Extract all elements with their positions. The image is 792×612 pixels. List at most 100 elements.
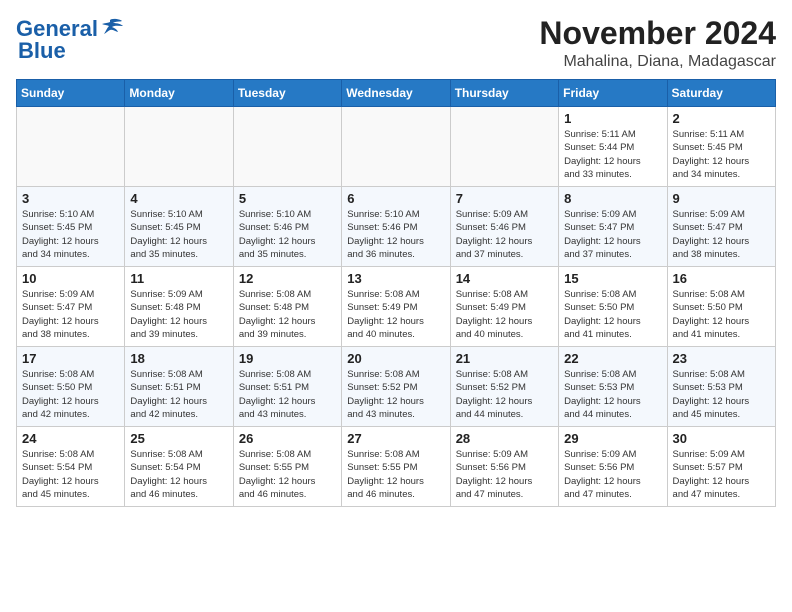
header: General Blue November 2024 Mahalina, Dia… (16, 16, 776, 71)
col-header-thursday: Thursday (450, 80, 558, 107)
month-title: November 2024 (539, 16, 776, 51)
day-number: 26 (239, 431, 336, 446)
day-info: Sunrise: 5:08 AM Sunset: 5:50 PM Dayligh… (22, 368, 119, 421)
day-number: 12 (239, 271, 336, 286)
day-info: Sunrise: 5:08 AM Sunset: 5:54 PM Dayligh… (130, 448, 227, 501)
calendar-table: SundayMondayTuesdayWednesdayThursdayFrid… (16, 79, 776, 507)
day-number: 25 (130, 431, 227, 446)
day-cell: 4 Sunrise: 5:10 AM Sunset: 5:45 PM Daylig… (125, 187, 233, 267)
day-cell: 20 Sunrise: 5:08 AM Sunset: 5:52 PM Dayli… (342, 347, 450, 427)
day-number: 11 (130, 271, 227, 286)
day-number: 10 (22, 271, 119, 286)
week-row-1: 1Sunrise: 5:11 AM Sunset: 5:44 PM Daylig… (17, 107, 776, 187)
logo-blue: Blue (18, 38, 66, 64)
day-number: 6 (347, 191, 444, 206)
day-info: Sunrise: 5:08 AM Sunset: 5:50 PM Dayligh… (673, 288, 770, 341)
day-cell: 10 Sunrise: 5:09 AM Sunset: 5:47 PM Dayli… (17, 267, 125, 347)
day-cell: 24 Sunrise: 5:08 AM Sunset: 5:54 PM Dayli… (17, 427, 125, 507)
day-number: 30 (673, 431, 770, 446)
day-cell (17, 107, 125, 187)
day-info: Sunrise: 5:08 AM Sunset: 5:49 PM Dayligh… (347, 288, 444, 341)
day-info: Sunrise: 5:09 AM Sunset: 5:46 PM Dayligh… (456, 208, 553, 261)
day-info: Sunrise: 5:08 AM Sunset: 5:55 PM Dayligh… (347, 448, 444, 501)
day-number: 16 (673, 271, 770, 286)
day-info: Sunrise: 5:09 AM Sunset: 5:56 PM Dayligh… (456, 448, 553, 501)
day-number: 20 (347, 351, 444, 366)
day-cell: 11 Sunrise: 5:09 AM Sunset: 5:48 PM Dayli… (125, 267, 233, 347)
day-info: Sunrise: 5:08 AM Sunset: 5:55 PM Dayligh… (239, 448, 336, 501)
col-header-wednesday: Wednesday (342, 80, 450, 107)
day-info: Sunrise: 5:08 AM Sunset: 5:53 PM Dayligh… (564, 368, 661, 421)
day-cell: 5Sunrise: 5:10 AM Sunset: 5:46 PM Daylig… (233, 187, 341, 267)
day-info: Sunrise: 5:08 AM Sunset: 5:49 PM Dayligh… (456, 288, 553, 341)
day-cell: 29 Sunrise: 5:09 AM Sunset: 5:56 PM Dayli… (559, 427, 667, 507)
day-info: Sunrise: 5:08 AM Sunset: 5:54 PM Dayligh… (22, 448, 119, 501)
day-info: Sunrise: 5:08 AM Sunset: 5:51 PM Dayligh… (239, 368, 336, 421)
col-header-monday: Monday (125, 80, 233, 107)
day-number: 23 (673, 351, 770, 366)
day-cell: 6 Sunrise: 5:10 AM Sunset: 5:46 PM Daylig… (342, 187, 450, 267)
day-number: 14 (456, 271, 553, 286)
day-cell: 21Sunrise: 5:08 AM Sunset: 5:52 PM Dayli… (450, 347, 558, 427)
day-number: 27 (347, 431, 444, 446)
col-header-tuesday: Tuesday (233, 80, 341, 107)
logo: General Blue (16, 16, 124, 64)
day-cell: 27 Sunrise: 5:08 AM Sunset: 5:55 PM Dayli… (342, 427, 450, 507)
day-cell: 15 Sunrise: 5:08 AM Sunset: 5:50 PM Dayli… (559, 267, 667, 347)
day-cell: 22 Sunrise: 5:08 AM Sunset: 5:53 PM Dayli… (559, 347, 667, 427)
day-number: 29 (564, 431, 661, 446)
day-number: 21 (456, 351, 553, 366)
day-info: Sunrise: 5:09 AM Sunset: 5:47 PM Dayligh… (673, 208, 770, 261)
day-info: Sunrise: 5:08 AM Sunset: 5:50 PM Dayligh… (564, 288, 661, 341)
title-area: November 2024 Mahalina, Diana, Madagasca… (539, 16, 776, 71)
week-row-3: 10 Sunrise: 5:09 AM Sunset: 5:47 PM Dayli… (17, 267, 776, 347)
day-info: Sunrise: 5:10 AM Sunset: 5:45 PM Dayligh… (130, 208, 227, 261)
location-title: Mahalina, Diana, Madagascar (539, 53, 776, 71)
day-cell: 8Sunrise: 5:09 AM Sunset: 5:47 PM Daylig… (559, 187, 667, 267)
day-info: Sunrise: 5:09 AM Sunset: 5:56 PM Dayligh… (564, 448, 661, 501)
col-header-friday: Friday (559, 80, 667, 107)
day-info: Sunrise: 5:09 AM Sunset: 5:47 PM Dayligh… (564, 208, 661, 261)
day-cell: 19 Sunrise: 5:08 AM Sunset: 5:51 PM Dayli… (233, 347, 341, 427)
day-cell: 25 Sunrise: 5:08 AM Sunset: 5:54 PM Dayli… (125, 427, 233, 507)
day-info: Sunrise: 5:10 AM Sunset: 5:45 PM Dayligh… (22, 208, 119, 261)
col-header-saturday: Saturday (667, 80, 775, 107)
day-cell: 2 Sunrise: 5:11 AM Sunset: 5:45 PM Daylig… (667, 107, 775, 187)
day-number: 24 (22, 431, 119, 446)
col-header-sunday: Sunday (17, 80, 125, 107)
day-number: 5 (239, 191, 336, 206)
day-number: 15 (564, 271, 661, 286)
day-cell: 12Sunrise: 5:08 AM Sunset: 5:48 PM Dayli… (233, 267, 341, 347)
day-number: 3 (22, 191, 119, 206)
day-cell: 30 Sunrise: 5:09 AM Sunset: 5:57 PM Dayli… (667, 427, 775, 507)
day-cell: 23 Sunrise: 5:08 AM Sunset: 5:53 PM Dayli… (667, 347, 775, 427)
day-number: 2 (673, 111, 770, 126)
day-cell: 28Sunrise: 5:09 AM Sunset: 5:56 PM Dayli… (450, 427, 558, 507)
day-cell (450, 107, 558, 187)
header-row: SundayMondayTuesdayWednesdayThursdayFrid… (17, 80, 776, 107)
day-cell: 14 Sunrise: 5:08 AM Sunset: 5:49 PM Dayli… (450, 267, 558, 347)
week-row-5: 24 Sunrise: 5:08 AM Sunset: 5:54 PM Dayli… (17, 427, 776, 507)
day-number: 4 (130, 191, 227, 206)
day-number: 18 (130, 351, 227, 366)
day-cell: 13 Sunrise: 5:08 AM Sunset: 5:49 PM Dayli… (342, 267, 450, 347)
day-info: Sunrise: 5:11 AM Sunset: 5:45 PM Dayligh… (673, 128, 770, 181)
day-info: Sunrise: 5:09 AM Sunset: 5:57 PM Dayligh… (673, 448, 770, 501)
day-cell: 9Sunrise: 5:09 AM Sunset: 5:47 PM Daylig… (667, 187, 775, 267)
day-info: Sunrise: 5:08 AM Sunset: 5:52 PM Dayligh… (347, 368, 444, 421)
day-number: 22 (564, 351, 661, 366)
day-cell: 7Sunrise: 5:09 AM Sunset: 5:46 PM Daylig… (450, 187, 558, 267)
day-cell (125, 107, 233, 187)
logo-bird-icon (102, 18, 124, 36)
day-number: 13 (347, 271, 444, 286)
day-info: Sunrise: 5:10 AM Sunset: 5:46 PM Dayligh… (347, 208, 444, 261)
day-cell: 26 Sunrise: 5:08 AM Sunset: 5:55 PM Dayli… (233, 427, 341, 507)
day-number: 17 (22, 351, 119, 366)
day-cell (233, 107, 341, 187)
day-info: Sunrise: 5:09 AM Sunset: 5:47 PM Dayligh… (22, 288, 119, 341)
day-info: Sunrise: 5:11 AM Sunset: 5:44 PM Dayligh… (564, 128, 661, 181)
day-number: 19 (239, 351, 336, 366)
day-info: Sunrise: 5:09 AM Sunset: 5:48 PM Dayligh… (130, 288, 227, 341)
day-info: Sunrise: 5:08 AM Sunset: 5:53 PM Dayligh… (673, 368, 770, 421)
day-cell: 17 Sunrise: 5:08 AM Sunset: 5:50 PM Dayli… (17, 347, 125, 427)
